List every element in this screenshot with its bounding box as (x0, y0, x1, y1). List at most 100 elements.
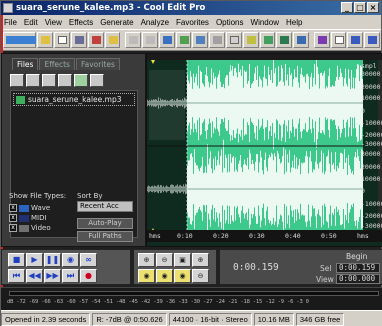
play-file-icon[interactable] (74, 74, 88, 87)
waveform-display[interactable]: smpl 30000 20000 10000 0 -10000 -20000 -… (146, 53, 382, 247)
level-meter: dB -72 -69 -66 -63 -60 -57 -54 -51 -48 -… (1, 287, 382, 310)
midi-checkbox[interactable]: x (9, 214, 17, 222)
status-format: 44100 · 16-bit · Stereo (168, 312, 252, 326)
menu-file[interactable]: File (4, 18, 17, 27)
help-icon[interactable] (90, 74, 104, 87)
pause-button[interactable]: ❚❚ (44, 253, 61, 267)
redo-icon[interactable] (141, 32, 158, 48)
play-button[interactable]: ▶ (26, 253, 43, 267)
menu-edit[interactable]: Edit (24, 18, 38, 27)
menu-effects[interactable]: Effects (69, 18, 93, 27)
toolbar (1, 29, 381, 51)
filter-midi[interactable]: x MIDI (9, 214, 47, 222)
grid-icon[interactable] (347, 32, 364, 48)
time-tick: hms (149, 232, 161, 240)
stop-button[interactable]: ■ (8, 253, 25, 267)
amp-label: -30000 (361, 140, 382, 148)
wave-checkbox[interactable]: x (9, 204, 17, 212)
menu-help[interactable]: Help (286, 18, 302, 27)
amp-label: -10000 (361, 200, 382, 208)
menu-options[interactable]: Options (216, 18, 244, 27)
zoom-out-vertical-icon[interactable]: ⊖ (192, 269, 209, 283)
undo-icon[interactable] (125, 32, 141, 48)
view-begin-field[interactable]: 0:00.000 (336, 274, 380, 284)
filter-wave[interactable]: x Wave (9, 204, 50, 212)
mix-paste-icon[interactable] (209, 32, 225, 48)
amp-label: 20000 (361, 163, 381, 171)
save-icon[interactable] (70, 32, 87, 48)
amp-label: -20000 (361, 212, 382, 220)
filter-video[interactable]: x Video (9, 224, 51, 232)
menu-analyze[interactable]: Analyze (141, 18, 169, 27)
audio-file-icon (16, 95, 25, 104)
sort-by-select[interactable]: Recent Acc (77, 201, 133, 212)
effects-rack-icon[interactable] (276, 32, 293, 48)
zoom-out-horizontal-icon[interactable]: ⊖ (156, 253, 173, 267)
loop-button[interactable]: ∞ (80, 253, 97, 267)
record-button[interactable]: ● (80, 269, 97, 283)
video-checkbox[interactable]: x (9, 224, 17, 232)
time-tick: 0:30 (249, 232, 265, 240)
close-file-icon[interactable] (42, 74, 56, 87)
zoom-in-vertical-icon[interactable]: ⊕ (192, 253, 209, 267)
tab-effects[interactable]: Effects (39, 58, 75, 70)
play-to-end-button[interactable]: ◉ (62, 253, 79, 267)
frequency-analysis-icon[interactable] (242, 32, 259, 48)
view-label: View (316, 275, 334, 284)
menu-favorites[interactable]: Favorites (176, 18, 209, 27)
cut-icon[interactable] (158, 32, 175, 48)
level-meter-scale: dB -72 -69 -66 -63 -60 -57 -54 -51 -48 -… (7, 299, 309, 305)
zoom-right-icon[interactable]: ◉ (156, 269, 173, 283)
list-item[interactable]: suara_serune_kalee.mp3 (13, 93, 135, 106)
go-to-start-button[interactable]: ⏮ (8, 269, 25, 283)
copy-icon[interactable] (175, 32, 192, 48)
zoom-left-icon[interactable]: ◉ (138, 269, 155, 283)
import-icon[interactable] (26, 74, 40, 87)
multitrack-toggle-button[interactable] (3, 32, 37, 48)
status-free-space: 346 GB free (295, 312, 345, 326)
zoom-selection-icon[interactable]: ◉ (174, 269, 191, 283)
minimize-button[interactable]: _ (341, 2, 353, 13)
amp-label: 0 (361, 107, 365, 115)
full-paths-button[interactable]: Full Paths (77, 231, 133, 242)
save-selection-icon[interactable] (104, 32, 121, 48)
tab-favorites[interactable]: Favorites (75, 58, 120, 70)
new-file-icon[interactable] (54, 32, 70, 48)
spectral-view-icon[interactable] (259, 32, 276, 48)
paste-icon[interactable] (192, 32, 209, 48)
sort-by-label: Sort By (77, 192, 103, 200)
amp-label: -30000 (361, 222, 382, 230)
selection-begin-field[interactable]: 0:00.159 (336, 263, 380, 273)
video-icon (19, 224, 29, 232)
noise-reduction-icon[interactable] (293, 32, 309, 48)
auto-play-button[interactable]: Auto-Play (77, 218, 133, 229)
waveform-view-icon[interactable] (313, 32, 330, 48)
save-all-icon[interactable] (87, 32, 104, 48)
level-meter-bar (9, 291, 379, 296)
begin-label: Begin (346, 252, 368, 261)
menu-window[interactable]: Window (251, 18, 279, 27)
tab-files[interactable]: Files (12, 58, 39, 70)
sel-label: Sel (320, 264, 332, 273)
waveform-canvas[interactable] (147, 60, 363, 232)
fast-forward-button[interactable]: ▶▶ (44, 269, 61, 283)
amp-label: -10000 (361, 119, 382, 127)
go-to-end-button[interactable]: ⏭ (62, 269, 79, 283)
amp-label: 20000 (361, 83, 381, 91)
zoom-full-icon[interactable]: ▣ (174, 253, 191, 267)
menu-view[interactable]: View (45, 18, 62, 27)
zoom-in-horizontal-icon[interactable]: ⊕ (138, 253, 155, 267)
metronome-icon[interactable] (364, 32, 380, 48)
open-folder-icon[interactable] (37, 32, 54, 48)
close-button[interactable]: × (367, 2, 379, 13)
open-file-icon[interactable] (10, 74, 24, 87)
app-icon (3, 3, 13, 13)
amp-label: 0 (361, 187, 365, 195)
menu-generate[interactable]: Generate (100, 18, 133, 27)
maximize-button[interactable]: □ (354, 2, 366, 13)
spectral-display-icon[interactable] (330, 32, 347, 48)
trim-icon[interactable] (225, 32, 242, 48)
time-ruler[interactable]: hms 0:10 0:20 0:30 0:40 0:50 hms (147, 230, 382, 242)
insert-multitrack-icon[interactable] (58, 74, 72, 87)
rewind-button[interactable]: ◀◀ (26, 269, 43, 283)
